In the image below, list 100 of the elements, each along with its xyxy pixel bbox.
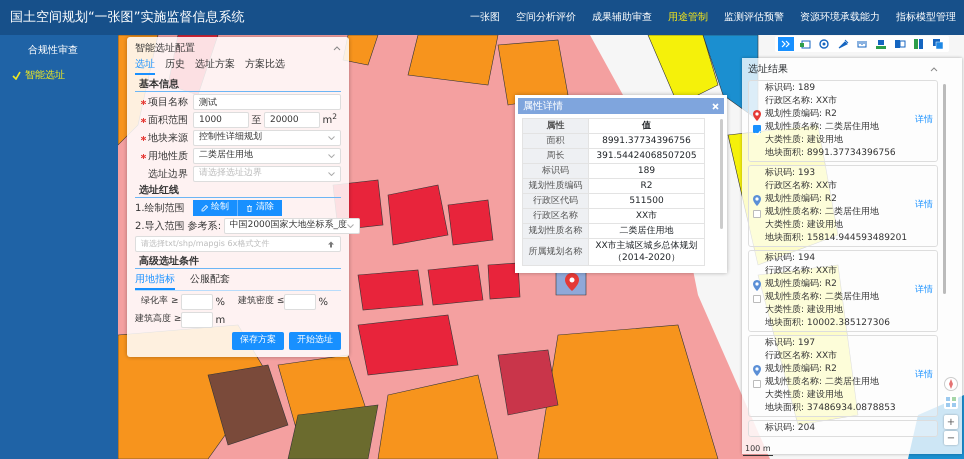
unit-label: m$^{2}$	[322, 112, 338, 128]
result-field: 地块面积: 10002.385127306	[765, 317, 915, 330]
nav-tab[interactable]: 资源环境承载能力	[792, 10, 888, 25]
panel-title: 智能选址配置	[135, 42, 195, 56]
table-cell: 二类居住用地	[588, 224, 704, 238]
column-header: 值	[588, 118, 704, 134]
section-title: 高级选址条件	[135, 255, 341, 269]
table-cell: 规划性质编码	[522, 178, 588, 194]
panel-tab[interactable]: 选址方案	[195, 56, 235, 75]
ruler-icon	[856, 38, 868, 50]
result-field: 规划性质名称: 二类居住用地	[765, 206, 915, 219]
dropdown-field[interactable]: 中国2000国家大地坐标系_度	[224, 218, 360, 234]
toolbar-button[interactable]	[778, 37, 794, 51]
checkbox[interactable]	[753, 210, 761, 218]
trash-icon	[246, 204, 253, 212]
chevron-down-icon	[328, 136, 335, 140]
field-label: 项目名称	[148, 96, 188, 110]
section-title: 基本信息	[135, 78, 341, 92]
window-icon	[799, 38, 811, 50]
dropdown-field[interactable]: 二类居住用地	[193, 148, 341, 164]
result-field: 行政区名称: XX市	[765, 95, 915, 108]
result-field: 规划性质名称: 二类居住用地	[765, 121, 915, 134]
columns-icon	[913, 38, 925, 50]
result-field: 标识码: 194	[765, 252, 915, 265]
panel-tab[interactable]: 历史	[165, 56, 185, 75]
number-field[interactable]: 1000	[193, 112, 249, 128]
table-cell: 189	[588, 164, 704, 178]
result-field: 地块面积: 37486934.0878853	[765, 402, 915, 415]
collapse-icon[interactable]	[333, 46, 341, 51]
result-field: 标识码: 193	[765, 167, 915, 180]
panel-tab[interactable]: 方案比选	[245, 56, 285, 75]
scrollbar[interactable]	[720, 119, 723, 229]
result-field: 大类性质: 建设用地	[765, 134, 915, 147]
scale-bar: 100 m	[743, 443, 773, 456]
column-header: 属性	[522, 118, 588, 134]
number-field[interactable]	[181, 294, 213, 310]
result-field: 行政区名称: XX市	[765, 350, 915, 363]
nav-tab[interactable]: 监测评估预警	[716, 10, 792, 25]
number-field[interactable]	[284, 294, 316, 310]
unit-label: %	[318, 296, 328, 310]
close-icon[interactable]	[712, 102, 719, 110]
table-cell: 391.54424068507205	[588, 148, 704, 164]
table-cell: XX市	[588, 208, 704, 224]
nav-tab[interactable]: 指标模型管理	[888, 10, 964, 25]
checkbox[interactable]	[753, 294, 761, 302]
toolbar-button[interactable]	[930, 37, 946, 51]
field-label: 选址边界	[148, 168, 188, 182]
scrollbar[interactable]	[943, 84, 946, 294]
table-cell: 面积	[522, 134, 588, 148]
text-field[interactable]: 测试	[193, 94, 341, 110]
result-field: 标识码: 189	[765, 82, 915, 95]
sidebar-item[interactable]: 合规性审查	[0, 38, 118, 62]
result-field: 行政区名称: XX市	[765, 180, 915, 193]
double-chevron-icon	[780, 38, 792, 50]
collapse-icon[interactable]	[930, 67, 938, 72]
zoom-button[interactable]: −	[944, 431, 958, 445]
result-field: 大类性质: 建设用地	[765, 219, 915, 232]
nav-tab[interactable]: 用途管制	[660, 10, 716, 25]
table-cell: 标识码	[522, 164, 588, 178]
table-cell: 511500	[588, 194, 704, 208]
unit-label: m	[214, 314, 226, 328]
upload-icon[interactable]	[327, 240, 335, 248]
number-field[interactable]	[181, 312, 213, 328]
result-field: 规划性质编码: R2	[765, 193, 915, 206]
table-cell: R2	[588, 178, 704, 194]
field-label: 地块来源	[148, 132, 188, 146]
split-view-icon	[894, 38, 906, 50]
popup-title: 属性详情	[523, 100, 563, 114]
result-card[interactable]: 标识码: 193 行政区名称: XX市 规划性质编码: R2 规划性质名称: 二类居住用地 大类性质: 建设用地 地块面积: 15814.944593489201 详情	[748, 165, 938, 247]
result-card[interactable]: 标识码: 189 行政区名称: XX市 规划性质编码: R2 规划性质名称: 二类居住用地 大类性质: 建设用地 地块面积: 8991.37734396756 详情	[748, 80, 938, 162]
pencil-icon	[201, 204, 208, 212]
result-field: 行政区名称: XX市	[765, 265, 915, 278]
checkbox[interactable]	[753, 380, 761, 388]
table-cell: 所属规划名称	[522, 238, 588, 266]
result-field: 规划性质名称: 二类居住用地	[765, 376, 915, 389]
dropdown-field[interactable]: 控制性详细规划	[193, 130, 341, 146]
sidebar-item[interactable]: 智能选址	[0, 62, 118, 88]
chevron-down-icon	[347, 224, 354, 228]
field-label: 1.绘制范围	[135, 202, 186, 216]
nav-tab[interactable]: 一张图	[462, 10, 508, 25]
layers-icon[interactable]	[944, 395, 958, 409]
panel-tab[interactable]: 公服配套	[190, 271, 230, 290]
result-card[interactable]: 标识码: 204	[748, 420, 938, 437]
result-field: 大类性质: 建设用地	[765, 389, 915, 402]
toolbar-button[interactable]	[892, 37, 908, 51]
zoom-button[interactable]: +	[944, 415, 958, 429]
table-cell: 8991.37734396756	[588, 134, 704, 148]
result-field: 标识码: 197	[765, 337, 915, 350]
target-icon	[818, 38, 830, 50]
result-card[interactable]: 标识码: 197 行政区名称: XX市 规划性质编码: R2 规划性质名称: 二类居住用地 大类性质: 建设用地 地块面积: 37486934.0878853 详情	[748, 335, 938, 417]
result-field: 地块面积: 15814.944593489201	[765, 232, 915, 245]
number-field[interactable]: 20000	[264, 112, 320, 128]
unit-label: %	[214, 296, 226, 310]
result-card[interactable]: 标识码: 194 行政区名称: XX市 规划性质编码: R2 规划性质名称: 二类居住用地 大类性质: 建设用地 地块面积: 10002.385127306 详情	[748, 250, 938, 332]
nav-tab[interactable]: 空间分析评价	[508, 10, 584, 25]
field-label: 面积范围	[148, 114, 188, 128]
table-cell: 行政区名称	[522, 208, 588, 224]
chevron-down-icon	[328, 154, 335, 158]
nav-tab[interactable]: 成果辅助审查	[584, 10, 660, 25]
result-field: 规划性质编码: R2	[765, 278, 915, 291]
